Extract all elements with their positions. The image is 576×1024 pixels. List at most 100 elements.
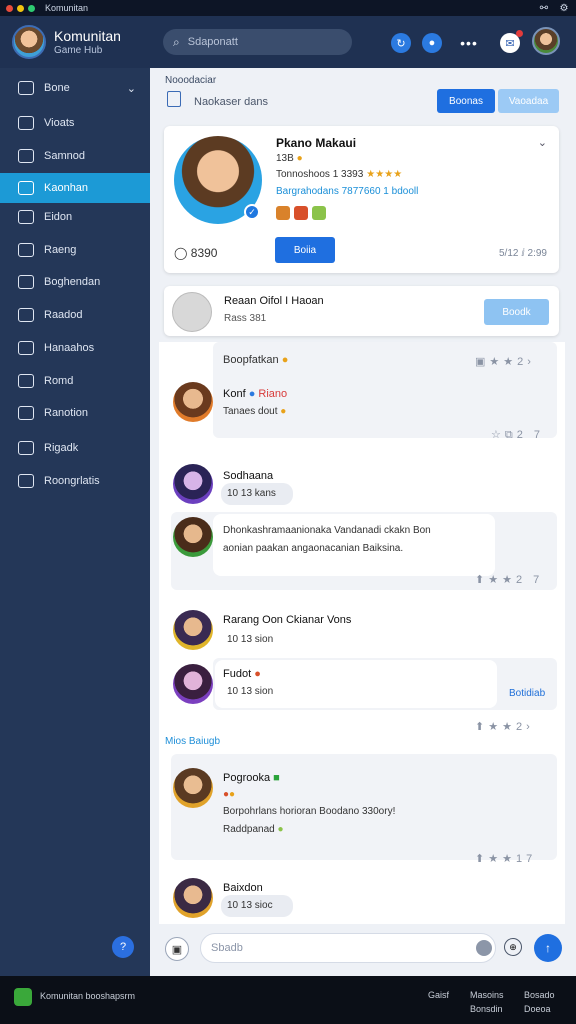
search-icon: ⌕ [173, 34, 180, 49]
footer: Komunitan booshapsrm Gaisf Masoins Bonsdi… [0, 976, 576, 1024]
chat-icon: ● [428, 37, 436, 49]
emoji-icon[interactable] [476, 940, 492, 956]
post-text: Borpohrlans horioran Boodano 330ory! [223, 806, 396, 817]
post-time: 10 13 sion [227, 634, 274, 645]
send-button[interactable]: ↑ [534, 934, 562, 962]
more-button[interactable]: ••• [459, 33, 479, 53]
user-avatar[interactable] [173, 382, 213, 422]
primary-action-button[interactable]: Boonas [437, 89, 495, 113]
secondary-action-button[interactable]: Vaoadaa [498, 89, 559, 113]
user-avatar[interactable] [173, 878, 213, 918]
footer-col-1[interactable]: Gaisf [428, 988, 449, 1002]
minimize-window-button[interactable] [17, 4, 24, 12]
post-text: aonian paakan angaonacanian Baiksina. [223, 543, 404, 554]
sidebar-item-roongrlatis[interactable]: Roongrlatis [0, 466, 150, 496]
post-author[interactable]: Rarang Oon Ckianar Vons [223, 614, 351, 626]
camera-icon: ▣ [171, 943, 183, 956]
post-actions[interactable]: ⬆★★17 [475, 852, 536, 865]
sidebar-item-label: Rigadk [44, 442, 79, 454]
post-actions[interactable]: ⬆★★2› [475, 720, 534, 733]
link-icon[interactable]: ⚯ [538, 3, 550, 14]
sidebar-item-samnod[interactable]: Samnod [0, 141, 150, 171]
sidebar-item-raadod[interactable]: Raadod [0, 300, 150, 330]
profile-badges [276, 206, 330, 220]
profile-avatar[interactable]: ✓ [174, 136, 262, 224]
layout-toggle-icon[interactable] [167, 91, 181, 107]
toolbar-label: Naokaser dans [194, 96, 268, 108]
sidebar-item-raeng[interactable]: Raeng [0, 235, 150, 265]
sidebar-item-kaonhan[interactable]: Kaonhan [0, 173, 150, 203]
sidebar-item-eidon[interactable]: Eidon [0, 202, 150, 232]
store-icon [18, 374, 34, 388]
message-input[interactable]: Sbadb [200, 933, 496, 963]
post-time: 10 13 kans [227, 488, 276, 499]
help-button[interactable]: ? [112, 936, 134, 958]
post-actions[interactable]: ☆⧉2 7 [491, 428, 544, 442]
sidebar-item-bone[interactable]: Bone ⌄ [0, 73, 150, 103]
user-avatar[interactable] [173, 517, 213, 557]
sidebar-item-label: Hanaahos [44, 342, 95, 354]
camera-button[interactable]: ▣ [165, 937, 189, 961]
notification-button[interactable]: ↻ [391, 33, 411, 53]
image-icon [18, 210, 34, 224]
reaction-row: ●● [223, 789, 236, 800]
verified-icon: ✓ [244, 204, 260, 220]
post-author[interactable]: Sodhaana [223, 470, 273, 482]
chevron-down-icon[interactable]: ⌄ [538, 136, 547, 149]
post-time: 10 13 sioc [227, 900, 273, 911]
reply-link[interactable]: Botidiab [509, 688, 545, 699]
app-name: Komunitan [54, 28, 121, 44]
sidebar-item-label: Roongrlatis [44, 475, 100, 487]
user-avatar[interactable] [173, 464, 213, 504]
sidebar-item-hanaahos[interactable]: Hanaahos [0, 333, 150, 363]
settings-icon[interactable]: ⚙ [558, 3, 570, 14]
feed-icon [18, 181, 34, 195]
attach-button[interactable]: ⊕ [504, 938, 522, 956]
brand-logo [14, 988, 32, 1006]
close-window-button[interactable] [6, 4, 13, 12]
sidebar: Bone ⌄ Vioats Samnod Kaonhan Eidon Raeng … [0, 68, 150, 976]
globe-icon [18, 474, 34, 488]
message-placeholder: Sbadb [211, 942, 243, 954]
profile-action-button[interactable]: Boiia [275, 237, 335, 263]
follow-card: Reaan Oifol I Haoan Rass 381 Boodk [164, 286, 559, 336]
post-actions[interactable]: ▣★★2› [475, 355, 535, 368]
sidebar-item-label: Romd [44, 375, 74, 387]
sidebar-item-romd[interactable]: Romd [0, 366, 150, 396]
sidebar-item-boghendan[interactable]: Boghendan [0, 267, 150, 297]
footer-brand: Komunitan booshapsrm [40, 991, 136, 1001]
app-header: Komunitan Game Hub ⌕ Sdaponatt ↻ ● ••• ✉ [0, 16, 576, 68]
send-icon: ↑ [545, 941, 551, 955]
post-author[interactable]: Konf ● Riano [223, 388, 287, 400]
user-avatar[interactable] [173, 610, 213, 650]
news-icon [18, 406, 34, 420]
grid-icon [18, 116, 34, 130]
follow-button[interactable]: Boodk [484, 299, 549, 325]
post-text: Dhonkashramaanionaka Vandanadi ckakn Bon [223, 525, 431, 536]
post-author[interactable]: Pogrooka ■ [223, 772, 280, 784]
unread-badge [516, 30, 523, 37]
chat-button[interactable]: ● [422, 33, 442, 53]
follow-avatar[interactable] [172, 292, 212, 332]
sidebar-item-vioats[interactable]: Vioats [0, 108, 150, 138]
user-avatar[interactable] [532, 27, 560, 55]
post-time: 10 13 sion [227, 686, 274, 697]
post-author[interactable]: Fudot ● [223, 668, 261, 680]
maximize-window-button[interactable] [28, 4, 35, 12]
sidebar-item-rigadk[interactable]: Rigadk [0, 433, 150, 463]
messages-button[interactable]: ✉ [500, 30, 523, 53]
window-title: Komunitan [45, 3, 89, 13]
breadcrumb: Nooodaciar [165, 75, 217, 86]
profile-link[interactable]: Bargrahodans 7877660 1 bdooll [276, 186, 418, 197]
user-avatar[interactable] [173, 664, 213, 704]
footer-col-2[interactable]: Masoins Bonsdin [470, 988, 504, 1016]
window-titlebar: Komunitan ⚯ ⚙ [0, 0, 576, 16]
post-actions[interactable]: ⬆★★2 7 [475, 573, 543, 586]
post-author[interactable]: Baixdon [223, 882, 263, 894]
search-input[interactable]: ⌕ Sdaponatt [163, 29, 352, 55]
sidebar-item-label: Raeng [44, 244, 77, 256]
chevron-down-icon: ⌄ [126, 82, 136, 95]
footer-col-3[interactable]: Bosado Doeoa [524, 988, 555, 1016]
sidebar-item-ranotion[interactable]: Ranotion [0, 398, 150, 428]
user-avatar[interactable] [173, 768, 213, 808]
